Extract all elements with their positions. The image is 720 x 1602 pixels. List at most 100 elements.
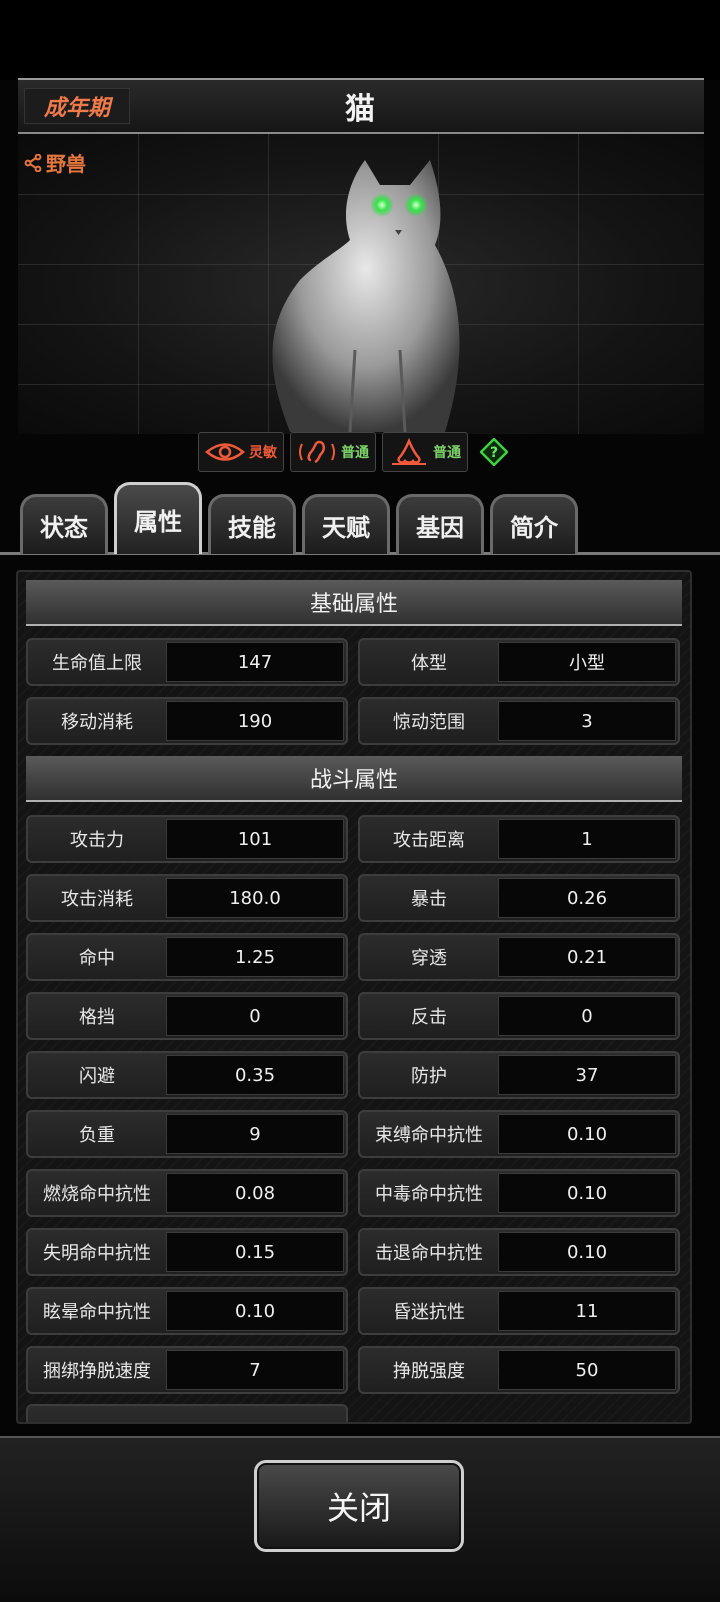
section-basic-title: 基础属性 [26, 580, 682, 626]
attribute-row-partial [26, 1404, 348, 1422]
attribute-value: 0.21 [498, 937, 676, 977]
attribute-name: 昏迷抗性 [393, 1302, 465, 1323]
trait-vision-label: 灵敏 [249, 445, 277, 461]
attribute-value: 3 [498, 701, 676, 741]
attribute-value: 0.35 [166, 1055, 344, 1095]
trait-hearing[interactable]: 普通 [290, 432, 376, 472]
attribute-value: 0 [166, 996, 344, 1036]
attribute-value: 小型 [498, 642, 676, 682]
attribute-cell: 失明命中抗性 0.15 [26, 1228, 348, 1276]
attribute-name: 体型 [411, 653, 447, 674]
ear-icon [299, 440, 335, 464]
attribute-name: 闪避 [79, 1066, 115, 1087]
attribute-cell: 体型 小型 [358, 638, 680, 686]
attribute-cell: 束缚命中抗性 0.10 [358, 1110, 680, 1158]
attribute-name: 攻击消耗 [61, 889, 133, 910]
attribute-cell: 命中 1.25 [26, 933, 348, 981]
share-icon [24, 153, 42, 172]
attribute-cell: 攻击消耗 180.0 [26, 874, 348, 922]
attribute-cell: 反击 0 [358, 992, 680, 1040]
attribute-value: 0 [498, 996, 676, 1036]
attribute-name: 移动消耗 [61, 712, 133, 733]
attribute-value: 0.10 [498, 1114, 676, 1154]
attribute-cell: 生命值上限 147 [26, 638, 348, 686]
attribute-value: 0.15 [166, 1232, 344, 1272]
trait-hearing-label: 普通 [341, 445, 369, 461]
attribute-value: 180.0 [166, 878, 344, 918]
attribute-cell: 闪避 0.35 [26, 1051, 348, 1099]
attribute-name: 命中 [79, 948, 115, 969]
attribute-value: 11 [498, 1291, 676, 1331]
attribute-cell: 穿透 0.21 [358, 933, 680, 981]
tab-attributes[interactable]: 属性 [114, 482, 202, 554]
nose-icon [392, 438, 426, 465]
attribute-name: 攻击距离 [393, 830, 465, 851]
attribute-name: 燃烧命中抗性 [43, 1184, 151, 1205]
attribute-name: 负重 [79, 1125, 115, 1146]
attribute-cell: 中毒命中抗性 0.10 [358, 1169, 680, 1217]
attribute-value: 1.25 [166, 937, 344, 977]
tab-status[interactable]: 状态 [20, 494, 108, 554]
trait-smell-label: 普通 [433, 445, 461, 461]
attribute-cell: 燃烧命中抗性 0.08 [26, 1169, 348, 1217]
attribute-value: 1 [498, 819, 676, 859]
attribute-cell: 攻击距离 1 [358, 815, 680, 863]
attribute-name: 中毒命中抗性 [375, 1184, 483, 1205]
attribute-value: 101 [166, 819, 344, 859]
attribute-name: 生命值上限 [52, 653, 142, 674]
attribute-name: 束缚命中抗性 [375, 1125, 483, 1146]
attribute-name: 穿透 [411, 948, 447, 969]
attribute-name: 格挡 [79, 1007, 115, 1028]
trait-smell[interactable]: 普通 [382, 432, 468, 472]
attribute-cell: 挣脱强度 50 [358, 1346, 680, 1394]
attribute-name: 击退命中抗性 [375, 1243, 483, 1264]
attribute-name: 失明命中抗性 [43, 1243, 151, 1264]
attribute-cell: 移动消耗 190 [26, 697, 348, 745]
attribute-cell: 眩晕命中抗性 0.10 [26, 1287, 348, 1335]
close-button[interactable]: 关闭 [254, 1460, 464, 1552]
attribute-cell: 负重 9 [26, 1110, 348, 1158]
attribute-name: 眩晕命中抗性 [43, 1302, 151, 1323]
svg-text:?: ? [490, 445, 498, 461]
family-tag[interactable]: 野兽 [24, 148, 86, 177]
trait-vision[interactable]: 灵敏 [198, 432, 284, 472]
attribute-name: 反击 [411, 1007, 447, 1028]
sense-traits: 灵敏 普通 普通 ? [198, 432, 508, 472]
attribute-value: 0.10 [166, 1291, 344, 1331]
attribute-name: 惊动范围 [393, 712, 465, 733]
attribute-value: 0.26 [498, 878, 676, 918]
attribute-name: 捆绑挣脱速度 [43, 1361, 151, 1382]
attribute-value: 50 [498, 1350, 676, 1390]
creature-name: 猫 [345, 92, 375, 127]
attribute-cell: 昏迷抗性 11 [358, 1287, 680, 1335]
attribute-value: 190 [166, 701, 344, 741]
attribute-name: 防护 [411, 1066, 447, 1087]
top-bar [0, 0, 720, 80]
tab-bar: 状态 属性 技能 天赋 基因 简介 [20, 482, 578, 562]
attribute-value: 9 [166, 1114, 344, 1154]
cat-illustration [272, 160, 460, 432]
section-combat-title: 战斗属性 [26, 756, 682, 802]
attribute-name: 挣脱强度 [393, 1361, 465, 1382]
tab-skills[interactable]: 技能 [208, 494, 296, 554]
attribute-cell: 攻击力 101 [26, 815, 348, 863]
attribute-cell: 击退命中抗性 0.10 [358, 1228, 680, 1276]
attribute-value: 0.08 [166, 1173, 344, 1213]
attribute-name: 攻击力 [70, 830, 124, 851]
tab-talents[interactable]: 天赋 [302, 494, 390, 554]
attribute-value: 0.10 [498, 1173, 676, 1213]
tab-intro[interactable]: 简介 [490, 494, 578, 554]
family-label: 野兽 [46, 152, 86, 176]
question-diamond-icon[interactable]: ? [480, 438, 508, 466]
attribute-cell: 格挡 0 [26, 992, 348, 1040]
tab-genes[interactable]: 基因 [396, 494, 484, 554]
attribute-value: 7 [166, 1350, 344, 1390]
attribute-cell: 防护 37 [358, 1051, 680, 1099]
attributes-panel[interactable]: 基础属性 战斗属性 生命值上限 147 体型 小型 移动消耗 190 惊动范围 3 攻击力 101… [16, 570, 692, 1424]
attribute-name: 暴击 [411, 889, 447, 910]
attribute-cell: 惊动范围 3 [358, 697, 680, 745]
attribute-cell: 捆绑挣脱速度 7 [26, 1346, 348, 1394]
attribute-cell: 暴击 0.26 [358, 874, 680, 922]
attribute-value: 37 [498, 1055, 676, 1095]
eye-icon [205, 443, 245, 461]
